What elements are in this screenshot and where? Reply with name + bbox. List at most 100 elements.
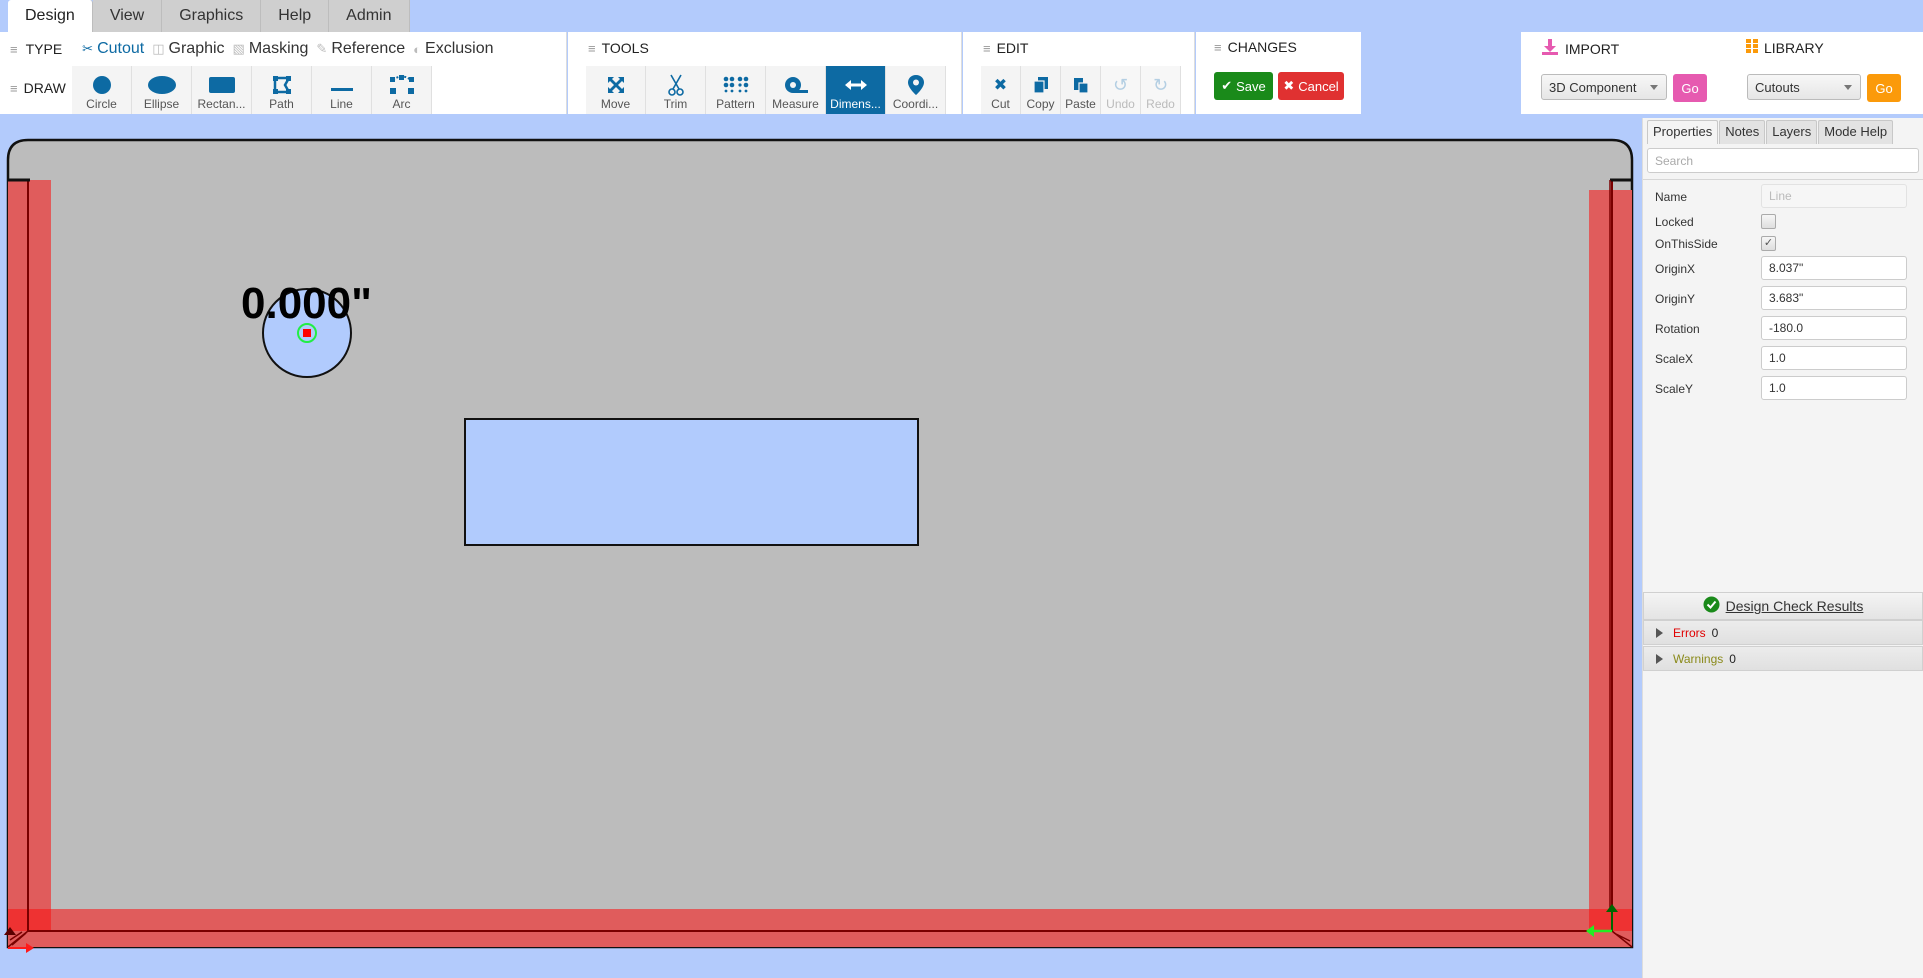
tool-dimension-button[interactable]: Dimens... <box>826 66 886 114</box>
library-section-header: LIBRARY <box>1746 38 1824 57</box>
tools-buttons: Move Trim Pattern Measure Dimens... Coor… <box>586 66 946 114</box>
rectangle-icon <box>208 73 236 97</box>
edit-buttons: ✖ Cut Copy Paste ↺ Undo ↻ Redo <box>981 66 1181 114</box>
property-search-input[interactable] <box>1647 148 1919 173</box>
scissors-icon <box>666 73 686 97</box>
undo-icon: ↺ <box>1112 74 1129 95</box>
type-cutout[interactable]: ✂ Cutout <box>82 40 144 58</box>
library-select[interactable]: Cutouts <box>1747 74 1861 100</box>
scissors-icon: ✂ <box>82 41 94 56</box>
edit-paste-button[interactable]: Paste <box>1061 66 1101 114</box>
draw-ellipse-label: Ellipse <box>143 97 180 111</box>
rotation-label: Rotation <box>1655 322 1700 336</box>
errors-count: 0 <box>1711 625 1719 640</box>
draw-line-button[interactable]: Line <box>312 66 372 114</box>
edit-undo-button[interactable]: ↺ Undo <box>1101 66 1141 114</box>
edit-redo-label: Redo <box>1146 97 1175 111</box>
cancel-button[interactable]: ✖ Cancel <box>1278 72 1344 100</box>
cancel-label: Cancel <box>1298 78 1339 94</box>
image-file-icon: ◫ <box>152 41 165 56</box>
chevron-down-icon <box>1844 85 1852 90</box>
save-button[interactable]: ✔ Save <box>1214 72 1273 100</box>
selection-center-handle[interactable] <box>303 329 311 337</box>
tool-trim-label: Trim <box>663 97 688 111</box>
changes-section-title: CHANGES <box>1227 39 1297 55</box>
close-icon: ✖ <box>1283 78 1295 93</box>
tab-layers[interactable]: Layers <box>1766 120 1818 144</box>
import-type-select[interactable]: 3D Component <box>1541 74 1667 100</box>
draw-path-button[interactable]: Path <box>252 66 312 114</box>
type-exclusion[interactable]: ◐ Exclusion <box>413 40 493 58</box>
type-row: ≡ TYPE ✂ Cutout ◫ Graphic ▧ Masking ✎ Refere… <box>10 40 494 58</box>
tool-pattern-button[interactable]: Pattern <box>706 66 766 114</box>
save-label: Save <box>1236 78 1266 94</box>
chevron-down-icon <box>1650 85 1658 90</box>
draw-rectangle-button[interactable]: Rectan... <box>192 66 252 114</box>
menu-tab-graphics[interactable]: Graphics <box>162 0 262 32</box>
errors-label: Errors <box>1673 625 1706 640</box>
check-circle-icon <box>1703 596 1720 616</box>
on-this-side-checkbox[interactable]: ✓ <box>1761 236 1776 251</box>
expand-triangle-icon <box>1656 627 1663 638</box>
type-graphic-label: Graphic <box>168 40 225 57</box>
menu-tab-design[interactable]: Design <box>8 0 93 32</box>
hamburger-icon: ≡ <box>983 40 991 56</box>
scale-y-label: ScaleY <box>1655 382 1694 396</box>
tab-mode-help[interactable]: Mode Help <box>1818 120 1894 144</box>
tool-coordinate-label: Coordi... <box>892 97 939 111</box>
corner-overlap-right <box>1589 909 1632 931</box>
tool-trim-button[interactable]: Trim <box>646 66 706 114</box>
draw-buttons: Circle Ellipse Rectan... Path Line Arc <box>72 66 432 114</box>
design-canvas[interactable]: 0.000" <box>0 115 1640 978</box>
type-graphic[interactable]: ◫ Graphic <box>152 40 224 58</box>
tool-measure-button[interactable]: Measure <box>766 66 826 114</box>
type-exclusion-label: Exclusion <box>425 40 494 57</box>
draw-section-title: DRAW <box>23 80 66 96</box>
origin-x-label: OriginX <box>1655 262 1696 276</box>
origin-y-field[interactable] <box>1761 286 1907 310</box>
type-masking[interactable]: ▧ Masking <box>233 40 309 58</box>
library-grid-icon <box>1746 38 1758 57</box>
name-field[interactable] <box>1761 184 1907 208</box>
library-value: Cutouts <box>1755 79 1800 95</box>
tab-properties[interactable]: Properties <box>1647 120 1719 144</box>
rectangle-cutout-shape[interactable] <box>464 418 919 546</box>
expand-triangle-icon <box>1656 653 1663 664</box>
draw-circle-button[interactable]: Circle <box>72 66 132 114</box>
warnings-row[interactable]: Warnings 0 <box>1643 646 1923 671</box>
corner-overlap-left <box>8 909 51 931</box>
edit-cut-button[interactable]: ✖ Cut <box>981 66 1021 114</box>
edit-copy-button[interactable]: Copy <box>1021 66 1061 114</box>
tool-move-label: Move <box>600 97 631 111</box>
design-check-header[interactable]: Design Check Results <box>1643 592 1923 620</box>
errors-row[interactable]: Errors 0 <box>1643 620 1923 645</box>
scale-y-field[interactable] <box>1761 376 1907 400</box>
checkmark-icon: ✓ <box>1763 237 1774 249</box>
edit-redo-button[interactable]: ↻ Redo <box>1141 66 1181 114</box>
scale-x-field[interactable] <box>1761 346 1907 370</box>
hamburger-icon: ≡ <box>588 40 596 56</box>
edit-toolbar: ≡ EDIT ✖ Cut Copy Paste ↺ Undo ↻ Redo <box>963 32 1195 114</box>
type-reference[interactable]: ✎ Reference <box>316 40 405 58</box>
import-library-toolbar: IMPORT 3D Component Go LIBRARY Cutouts G… <box>1521 32 1923 114</box>
menu-tab-view[interactable]: View <box>92 0 163 32</box>
draw-section-header: ≡ DRAW <box>10 80 66 96</box>
draw-arc-button[interactable]: Arc <box>372 66 432 114</box>
draw-ellipse-button[interactable]: Ellipse <box>132 66 192 114</box>
canvas-svg[interactable]: 0.000" <box>0 115 1640 978</box>
menu-tab-admin[interactable]: Admin <box>329 0 410 32</box>
origin-x-field[interactable] <box>1761 256 1907 280</box>
dimension-label: 0.000" <box>241 279 372 328</box>
tool-coordinate-button[interactable]: Coordi... <box>886 66 946 114</box>
import-go-button[interactable]: Go <box>1673 74 1707 102</box>
library-go-button[interactable]: Go <box>1867 74 1901 102</box>
tab-notes[interactable]: Notes <box>1719 120 1766 144</box>
hamburger-icon: ≡ <box>10 80 18 96</box>
locked-checkbox[interactable] <box>1761 214 1776 229</box>
properties-panel: Properties Notes Layers Mode Help Name L… <box>1642 118 1923 978</box>
tool-move-button[interactable]: Move <box>586 66 646 114</box>
menu-tab-help[interactable]: Help <box>261 0 330 32</box>
rotation-field[interactable] <box>1761 316 1907 340</box>
edit-copy-label: Copy <box>1026 97 1055 111</box>
import-type-value: 3D Component <box>1549 79 1637 95</box>
